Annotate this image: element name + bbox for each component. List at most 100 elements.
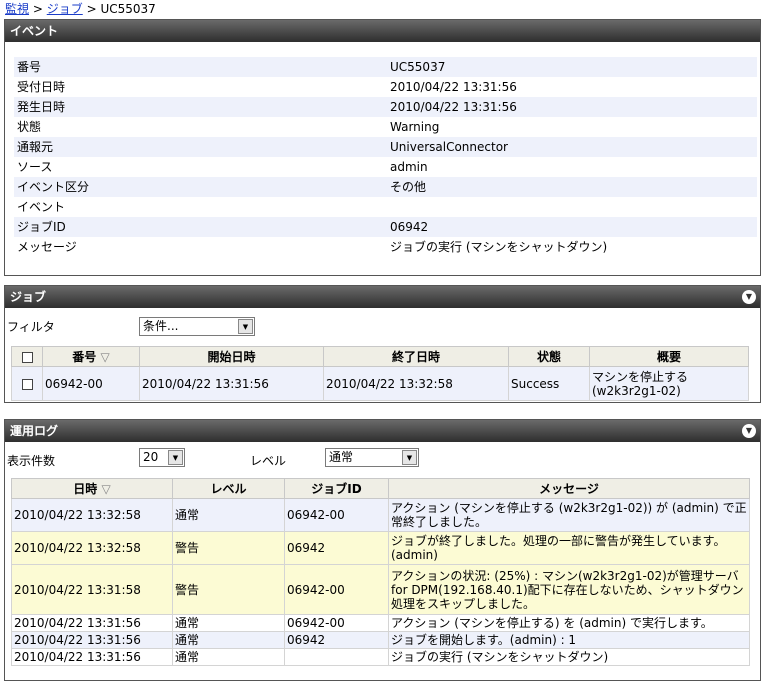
column-header-status[interactable]: 状態 — [508, 346, 590, 367]
event-detail-list: 番号 UC55037 受付日時 2010/04/22 13:31:56 発生日時… — [14, 57, 757, 257]
event-panel-header: イベント — [5, 20, 760, 42]
row-checkbox[interactable] — [21, 378, 33, 390]
job-number: 06942-00 — [42, 366, 140, 401]
log-message: アクションの状況: (25%) : マシン(w2k3r2g1-02)が管理サーバ… — [388, 564, 750, 615]
log-level: 通常 — [172, 648, 285, 666]
log-datetime: 2010/04/22 13:32:58 — [11, 531, 173, 565]
sort-icon: ▽ — [100, 350, 110, 364]
event-label: 受付日時 — [17, 80, 66, 94]
log-level: 通常 — [172, 614, 285, 632]
column-header-start[interactable]: 開始日時 — [139, 346, 324, 367]
table-row[interactable]: 2010/04/22 13:31:56 通常 06942-00 アクション (マ… — [11, 614, 750, 632]
sort-icon: ▽ — [101, 482, 111, 496]
column-header-end[interactable]: 終了日時 — [323, 346, 509, 367]
event-value: admin — [390, 160, 428, 174]
event-panel-title: イベント — [10, 24, 59, 38]
log-message: アクション (マシンを停止する (w2k3r2g1-02)) が (admin)… — [388, 498, 750, 532]
job-summary: マシンを停止する (w2k3r2g1-02) — [589, 366, 749, 401]
job-panel: ジョブ ▼ フィルタ 条件... ▼ 番号 ▽ 開始日時 終了日時 状態 概要 … — [4, 285, 761, 403]
event-row-number: 番号 UC55037 — [14, 57, 757, 77]
level-label: レベル — [250, 454, 287, 468]
log-level: 警告 — [172, 564, 285, 615]
filter-select-value: 条件... — [143, 319, 179, 333]
table-row[interactable]: 06942-00 2010/04/22 13:31:56 2010/04/22 … — [11, 366, 749, 401]
log-table-header: 日時 ▽ レベル ジョブID メッセージ — [11, 478, 750, 499]
column-header-jobid[interactable]: ジョブID — [284, 478, 389, 499]
log-level: 通常 — [172, 631, 285, 649]
log-panel-header: 運用ログ ▼ — [5, 420, 760, 442]
level-select[interactable]: 通常 ▼ — [325, 448, 419, 467]
event-row-received: 受付日時 2010/04/22 13:31:56 — [14, 77, 757, 97]
breadcrumb-link-monitor[interactable]: 監視 — [5, 2, 29, 16]
log-datetime: 2010/04/22 13:31:56 — [11, 614, 173, 632]
level-select-value: 通常 — [329, 450, 354, 464]
log-level: 通常 — [172, 498, 285, 532]
log-jobid — [284, 648, 389, 666]
chevron-down-icon: ▼ — [402, 450, 417, 465]
event-panel: イベント 番号 UC55037 受付日時 2010/04/22 13:31:56… — [4, 19, 761, 276]
event-value: 2010/04/22 13:31:56 — [390, 100, 517, 114]
breadcrumb-link-job[interactable]: ジョブ — [47, 2, 83, 16]
event-value: 06942 — [390, 220, 429, 234]
event-label: イベント区分 — [17, 180, 90, 194]
event-row-status: 状態 Warning — [14, 117, 757, 137]
breadcrumb-separator: > — [32, 2, 43, 16]
event-value: UC55037 — [390, 60, 446, 74]
log-message: アクション (マシンを停止する) を (admin) で実行します。 — [388, 614, 750, 632]
column-header-number[interactable]: 番号 ▽ — [42, 346, 140, 367]
chevron-down-icon: ▼ — [238, 319, 253, 334]
log-panel-title: 運用ログ — [10, 424, 59, 438]
event-row-jobid: ジョブID 06942 — [14, 217, 757, 237]
breadcrumb-separator: > — [86, 2, 97, 16]
table-row[interactable]: 2010/04/22 13:32:58 通常 06942-00 アクション (マ… — [11, 498, 750, 532]
log-jobid: 06942 — [284, 631, 389, 649]
collapse-arrow-icon[interactable]: ▼ — [742, 290, 756, 304]
column-header-datetime[interactable]: 日時 ▽ — [11, 478, 173, 499]
log-jobid: 06942 — [284, 531, 389, 565]
event-row-category: イベント区分 その他 — [14, 177, 757, 197]
log-message: ジョブが終了しました。処理の一部に警告が発生しています。(admin) — [388, 531, 750, 565]
collapse-arrow-icon[interactable]: ▼ — [742, 424, 756, 438]
event-label: 状態 — [17, 120, 42, 134]
job-panel-title: ジョブ — [10, 290, 47, 304]
log-table: 日時 ▽ レベル ジョブID メッセージ 2010/04/22 13:32:58… — [11, 478, 750, 666]
event-row-source: ソース admin — [14, 157, 757, 177]
event-label: ソース — [17, 160, 53, 174]
count-select[interactable]: 20 ▼ — [139, 448, 185, 467]
table-row[interactable]: 2010/04/22 13:32:58 警告 06942 ジョブが終了しました。… — [11, 531, 750, 565]
filter-select[interactable]: 条件... ▼ — [139, 317, 255, 336]
log-datetime: 2010/04/22 13:31:56 — [11, 648, 173, 666]
select-all-checkbox[interactable] — [21, 351, 33, 363]
column-header-message[interactable]: メッセージ — [388, 478, 750, 499]
log-level: 警告 — [172, 531, 285, 565]
event-row-message: メッセージ ジョブの実行 (マシンをシャットダウン) — [14, 237, 757, 257]
job-end: 2010/04/22 13:32:58 — [323, 366, 509, 401]
log-datetime: 2010/04/22 13:31:58 — [11, 564, 173, 615]
table-row[interactable]: 2010/04/22 13:31:58 警告 06942-00 アクションの状況… — [11, 564, 750, 615]
event-row-event: イベント — [14, 197, 757, 217]
log-message: ジョブの実行 (マシンをシャットダウン) — [388, 648, 750, 666]
row-checkbox-cell — [11, 366, 43, 401]
job-start: 2010/04/22 13:31:56 — [139, 366, 324, 401]
column-header-summary[interactable]: 概要 — [589, 346, 749, 367]
event-row-reporter: 通報元 UniversalConnector — [14, 137, 757, 157]
event-label: 発生日時 — [17, 100, 66, 114]
job-panel-header: ジョブ ▼ — [5, 286, 760, 308]
job-table: 番号 ▽ 開始日時 終了日時 状態 概要 06942-00 2010/04/22… — [11, 346, 749, 401]
event-value: その他 — [390, 180, 427, 194]
breadcrumb: 監視 > ジョブ > UC55037 — [5, 2, 156, 16]
event-label: ジョブID — [17, 220, 66, 234]
log-jobid: 06942-00 — [284, 498, 389, 532]
breadcrumb-current: UC55037 — [100, 2, 156, 16]
event-value: ジョブの実行 (マシンをシャットダウン) — [390, 240, 608, 254]
event-row-occurred: 発生日時 2010/04/22 13:31:56 — [14, 97, 757, 117]
filter-label: フィルタ — [7, 320, 55, 334]
event-label: 番号 — [17, 60, 42, 74]
select-all-cell — [11, 346, 43, 367]
table-row[interactable]: 2010/04/22 13:31:56 通常 ジョブの実行 (マシンをシャットダ… — [11, 648, 750, 666]
column-header-level[interactable]: レベル — [172, 478, 285, 499]
event-label: イベント — [17, 200, 66, 214]
log-jobid: 06942-00 — [284, 564, 389, 615]
log-datetime: 2010/04/22 13:31:56 — [11, 631, 173, 649]
table-row[interactable]: 2010/04/22 13:31:56 通常 06942 ジョブを開始します。(… — [11, 631, 750, 649]
